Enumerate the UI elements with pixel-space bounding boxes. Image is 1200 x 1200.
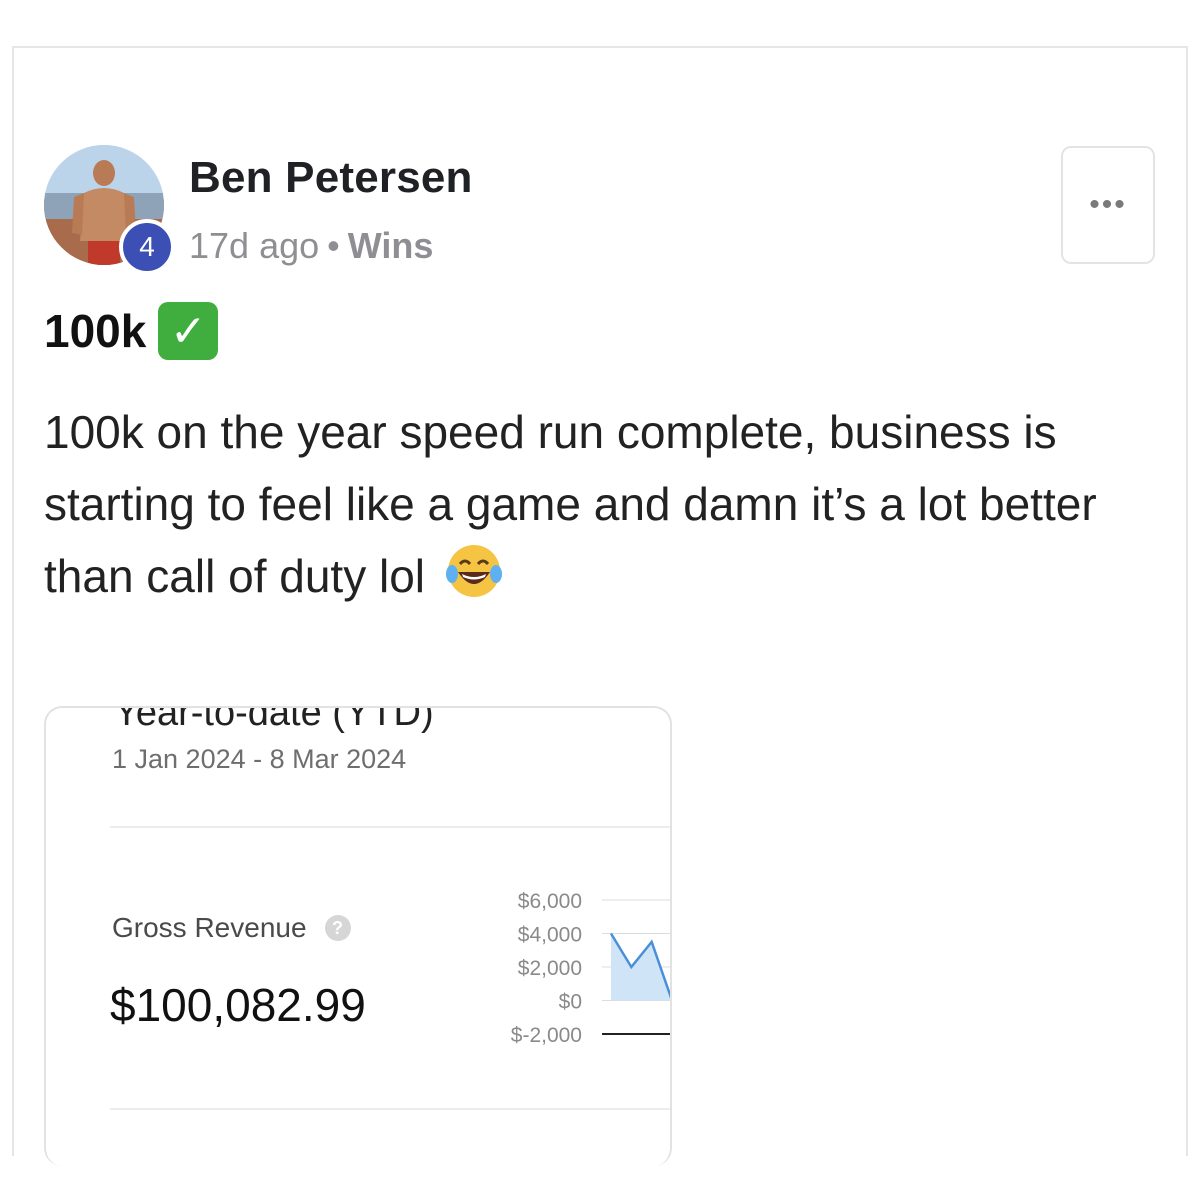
post-title-text: 100k	[44, 305, 147, 357]
more-options-button[interactable]: •••	[1061, 146, 1155, 264]
gross-revenue-value: $100,082.99	[110, 979, 366, 1031]
revenue-chart: $6,000 $4,000 $2,000 $0 $-2,000	[511, 890, 670, 1047]
post-body-text: 100k on the year speed run complete, bus…	[44, 406, 1097, 602]
divider	[110, 826, 670, 828]
author-name[interactable]: Ben Petersen	[189, 153, 473, 203]
gross-revenue-label: Gross Revenue ?	[112, 912, 351, 944]
date-range: 1 Jan 2024 - 8 Mar 2024	[112, 744, 407, 774]
help-icon: ?	[324, 915, 351, 941]
post-meta: 17d ago • Wins	[189, 225, 433, 267]
y-tick-label: $0	[559, 991, 582, 1014]
y-tick-label: $6,000	[518, 890, 582, 913]
y-tick-label: $-2,000	[511, 1024, 582, 1047]
post-time: 17d ago	[189, 225, 320, 266]
y-tick-label: $4,000	[518, 924, 582, 947]
meta-separator: •	[327, 225, 340, 266]
divider	[110, 1108, 670, 1110]
revenue-screenshot[interactable]: Year-to-date (YTD) 1 Jan 2024 - 8 Mar 20…	[44, 706, 672, 1166]
level-badge: 4	[119, 219, 175, 275]
post-title: 100k ✓	[44, 302, 219, 360]
check-mark-button-icon: ✓	[158, 302, 219, 360]
post-category[interactable]: Wins	[348, 225, 434, 266]
post-body: 100k on the year speed run complete, bus…	[44, 396, 1164, 612]
y-tick-label: $2,000	[518, 957, 582, 980]
screenshot-title: Year-to-date (YTD)	[114, 706, 434, 734]
gross-revenue-label-text: Gross Revenue	[112, 912, 307, 943]
tears-of-joy-emoji-icon	[445, 545, 502, 597]
